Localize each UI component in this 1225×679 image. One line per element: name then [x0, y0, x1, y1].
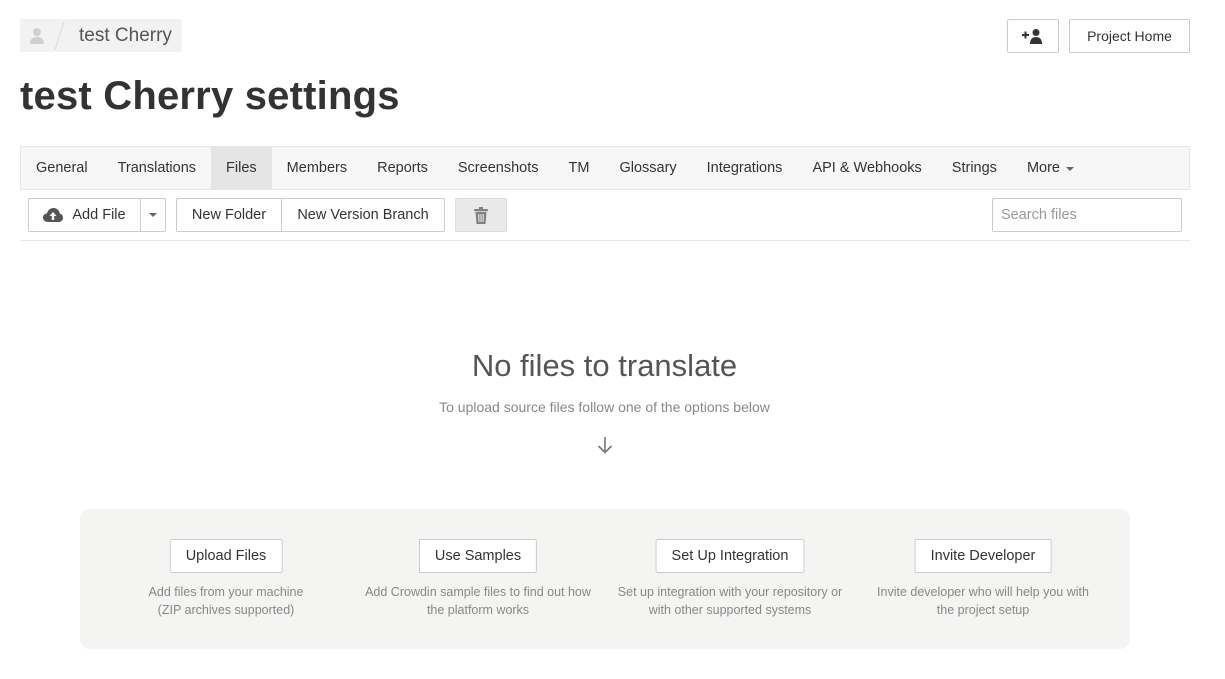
option-description-line: the platform works: [426, 603, 530, 617]
option-description-line: Add Crowdin sample files to find out how: [365, 585, 591, 599]
breadcrumb-separator: [53, 19, 67, 52]
upload-options-panel: Upload Files Add files from your machine…: [80, 509, 1130, 649]
page-title: test Cherry settings: [20, 74, 400, 118]
option-description: Set up integration with your repository …: [604, 583, 856, 619]
option-description: Add Crowdin sample files to find out how…: [352, 583, 604, 619]
tab-members[interactable]: Members: [272, 147, 362, 189]
option-description-line: (ZIP archives supported): [157, 603, 295, 617]
breadcrumb: test Cherry: [20, 19, 182, 52]
tab-files[interactable]: Files: [211, 147, 272, 189]
option-description-line: Set up integration with your repository …: [617, 585, 843, 599]
user-avatar-icon[interactable]: [20, 19, 53, 52]
tab-more-label: More: [1026, 160, 1060, 176]
option-description-line: Add files from your machine: [148, 585, 304, 599]
empty-state-title: No files to translate: [471, 348, 738, 383]
upload-files-button[interactable]: Upload Files: [169, 539, 283, 573]
option-description-line: Invite developer who will help you with: [877, 585, 1089, 599]
search-files-input[interactable]: [992, 198, 1182, 232]
tab-glossary[interactable]: Glossary: [604, 147, 691, 189]
tab-strings[interactable]: Strings: [937, 147, 1012, 189]
tab-general[interactable]: General: [21, 147, 103, 189]
option-use-samples: Use Samples Add Crowdin sample files to …: [352, 509, 604, 649]
option-invite-developer: Invite Developer Invite developer who wi…: [857, 509, 1109, 649]
invite-developer-button[interactable]: Invite Developer: [914, 539, 1052, 573]
use-samples-button[interactable]: Use Samples: [418, 539, 538, 573]
project-home-button[interactable]: Project Home: [1069, 19, 1190, 53]
option-upload-files: Upload Files Add files from your machine…: [100, 509, 352, 649]
arrow-down-icon: [597, 437, 613, 454]
option-set-up-integration: Set Up Integration Set up integration wi…: [604, 509, 856, 649]
trash-icon: [474, 206, 488, 224]
invite-user-button[interactable]: [1007, 19, 1059, 53]
add-user-icon: [1022, 29, 1042, 44]
settings-tabs: General Translations Files Members Repor…: [20, 146, 1190, 190]
option-description-line: the project setup: [936, 603, 1030, 617]
breadcrumb-project-name[interactable]: test Cherry: [67, 19, 172, 52]
tab-screenshots[interactable]: Screenshots: [443, 147, 554, 189]
set-up-integration-button[interactable]: Set Up Integration: [655, 539, 805, 573]
new-folder-button[interactable]: New Folder: [176, 198, 282, 232]
option-description: Add files from your machine (ZIP archive…: [100, 583, 352, 619]
option-description-line: with other supported systems: [648, 603, 812, 617]
new-version-branch-button[interactable]: New Version Branch: [281, 198, 445, 232]
add-file-button[interactable]: Add File: [28, 198, 141, 232]
empty-state-subtitle: To upload source files follow one of the…: [439, 399, 770, 415]
toolbar-divider: [20, 240, 1190, 241]
tab-tm[interactable]: TM: [554, 147, 605, 189]
tab-integrations[interactable]: Integrations: [692, 147, 798, 189]
cloud-upload-icon: [43, 208, 64, 222]
tab-more[interactable]: More: [1012, 147, 1089, 189]
caret-down-icon: [149, 213, 157, 217]
add-file-dropdown-button[interactable]: [140, 198, 166, 232]
caret-down-icon: [1065, 167, 1074, 171]
add-file-label: Add File: [72, 207, 126, 223]
delete-button[interactable]: [455, 198, 507, 232]
option-description: Invite developer who will help you with …: [857, 583, 1109, 619]
tab-translations[interactable]: Translations: [103, 147, 211, 189]
tab-reports[interactable]: Reports: [362, 147, 443, 189]
tab-api-webhooks[interactable]: API & Webhooks: [797, 147, 936, 189]
